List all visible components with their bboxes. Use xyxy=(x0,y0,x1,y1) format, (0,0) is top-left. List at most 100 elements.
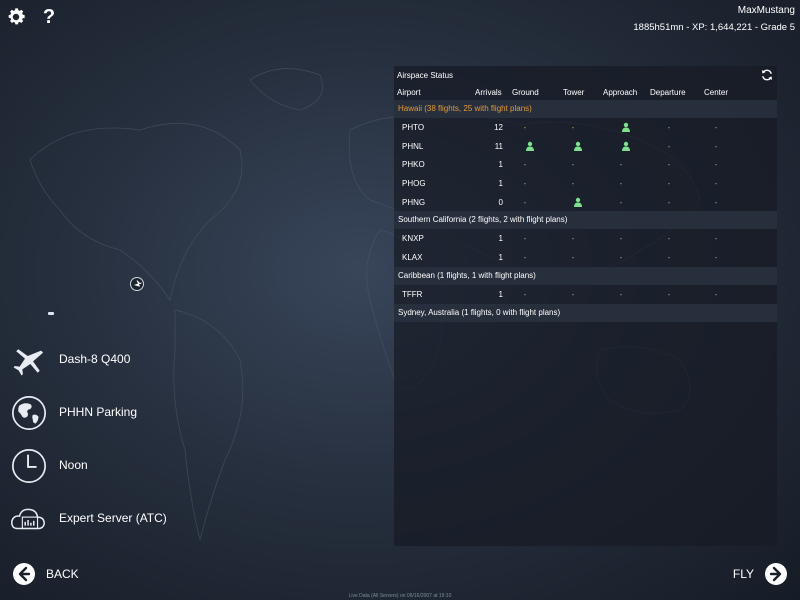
arrow-right-icon xyxy=(765,563,787,585)
column-headers: Airport Arrivals Ground Tower Approach D… xyxy=(394,88,777,100)
tower-status: - xyxy=(571,289,575,299)
globe-icon xyxy=(11,395,47,431)
user-info: MaxMustang 1885h51mn - XP: 1,644,221 - G… xyxy=(633,4,795,35)
airport-row[interactable]: PHNL 11 - - xyxy=(394,137,777,156)
back-label: BACK xyxy=(46,567,79,581)
controller-person-icon xyxy=(622,122,630,132)
center-status: - xyxy=(714,234,718,244)
departure-status: - xyxy=(667,197,671,207)
approach-status: - xyxy=(619,179,623,189)
airport-row[interactable]: KLAX 1 - - - - - xyxy=(394,248,777,267)
col-departure: Departure xyxy=(650,88,686,97)
region-header[interactable]: Hawaii (38 flights, 25 with flight plans… xyxy=(394,100,777,118)
center-status: - xyxy=(714,123,718,132)
airport-code: PHTO xyxy=(402,123,425,132)
ground-status: - xyxy=(523,234,527,244)
tower-status: - xyxy=(571,253,575,263)
col-arrivals: Arrivals xyxy=(475,88,502,97)
airport-code: PHOG xyxy=(402,179,426,189)
center-status: - xyxy=(714,141,718,151)
center-status: - xyxy=(714,160,718,170)
time-selector[interactable]: Noon xyxy=(10,447,210,485)
location-selector[interactable]: PHHN Parking xyxy=(10,394,210,432)
live-data-footer: Live Data (All Servers) on 06/16/2007 at… xyxy=(348,593,452,599)
airport-code: PHKO xyxy=(402,160,425,170)
center-status: - xyxy=(714,197,718,207)
arrivals-count: 1 xyxy=(498,160,503,170)
arrivals-count: 1 xyxy=(498,234,503,244)
airport-code: KLAX xyxy=(402,253,423,263)
ground-status: - xyxy=(523,253,527,263)
back-button[interactable]: BACK xyxy=(12,562,102,586)
tower-status: - xyxy=(571,179,575,189)
username: MaxMustang xyxy=(737,5,795,16)
airport-code: TFFR xyxy=(402,289,423,299)
arrivals-count: 0 xyxy=(498,197,503,207)
approach-status: - xyxy=(619,253,623,263)
airport-row[interactable]: PHOG 1 - - - - - xyxy=(394,174,777,193)
arrivals-count: 1 xyxy=(498,179,503,189)
help-icon[interactable]: ? xyxy=(38,6,60,28)
approach-status: - xyxy=(619,289,623,299)
airport-row[interactable]: PHTO 12 - - - - xyxy=(394,118,777,137)
departure-status: - xyxy=(667,253,671,263)
panel-title: Airspace Status xyxy=(397,71,454,80)
airport-code: PHNG xyxy=(402,197,426,207)
airspace-table: Hawaii (38 flights, 25 with flight plans… xyxy=(394,100,777,322)
col-center: Center xyxy=(704,88,729,97)
approach-status: - xyxy=(619,160,623,170)
ground-status: - xyxy=(523,160,527,170)
cloud-server-icon xyxy=(11,508,45,530)
col-tower: Tower xyxy=(563,88,585,97)
fly-label: FLY xyxy=(732,567,754,581)
center-status: - xyxy=(714,289,718,299)
controller-person-icon xyxy=(622,141,630,151)
approach-status: - xyxy=(619,234,623,244)
aircraft-selector[interactable]: Dash-8 Q400 xyxy=(10,341,210,379)
fly-button[interactable]: FLY xyxy=(718,562,788,586)
airport-row[interactable]: KNXP 1 - - - - - xyxy=(394,229,777,248)
arrivals-count: 1 xyxy=(498,253,503,263)
user-stats: 1885h51mn - XP: 1,644,221 - Grade 5 xyxy=(633,22,795,33)
clock-icon xyxy=(11,448,47,484)
server-selector[interactable]: Expert Server (ATC) xyxy=(10,500,210,538)
settings-gear-icon[interactable] xyxy=(5,6,27,28)
approach-status: - xyxy=(619,197,623,207)
controller-person-icon xyxy=(574,197,582,207)
departure-status: - xyxy=(667,141,671,151)
controller-person-icon xyxy=(526,141,534,151)
airport-row[interactable]: PHKO 1 - - - - - xyxy=(394,155,777,174)
ground-status: - xyxy=(523,289,527,299)
location-marker-icon[interactable] xyxy=(129,276,145,292)
arrow-left-icon xyxy=(13,563,35,585)
arrivals-count: 12 xyxy=(494,123,503,132)
aircraft-marker-icon[interactable] xyxy=(48,312,54,315)
ground-status: - xyxy=(523,123,527,132)
tower-status: - xyxy=(571,123,575,132)
airport-row[interactable]: PHNG 0 - - - - xyxy=(394,193,777,212)
center-status: - xyxy=(714,253,718,263)
departure-status: - xyxy=(667,179,671,189)
controller-person-icon xyxy=(574,141,582,151)
region-header[interactable]: Sydney, Australia (1 flights, 0 with fli… xyxy=(394,303,777,322)
server-label: Expert Server (ATC) xyxy=(59,511,167,525)
refresh-icon[interactable] xyxy=(760,68,774,82)
departure-status: - xyxy=(667,234,671,244)
departure-status: - xyxy=(667,123,671,132)
location-label: PHHN Parking xyxy=(59,405,138,419)
ground-status: - xyxy=(523,197,527,207)
airspace-status-panel: Airspace Status Airport Arrivals Ground … xyxy=(394,66,777,546)
ground-status: - xyxy=(523,179,527,189)
col-airport: Airport xyxy=(397,88,421,97)
arrivals-count: 11 xyxy=(494,141,503,151)
airport-row[interactable]: TFFR 1 - - - - - xyxy=(394,285,777,304)
tower-status: - xyxy=(571,234,575,244)
departure-status: - xyxy=(667,160,671,170)
aircraft-label: Dash-8 Q400 xyxy=(59,352,131,366)
tower-status: - xyxy=(571,160,575,170)
region-header[interactable]: Southern California (2 flights, 2 with f… xyxy=(394,211,777,230)
region-header[interactable]: Caribbean (1 flights, 1 with flight plan… xyxy=(394,266,777,285)
col-ground: Ground xyxy=(512,88,539,97)
center-status: - xyxy=(714,179,718,189)
airport-code: KNXP xyxy=(402,234,424,244)
